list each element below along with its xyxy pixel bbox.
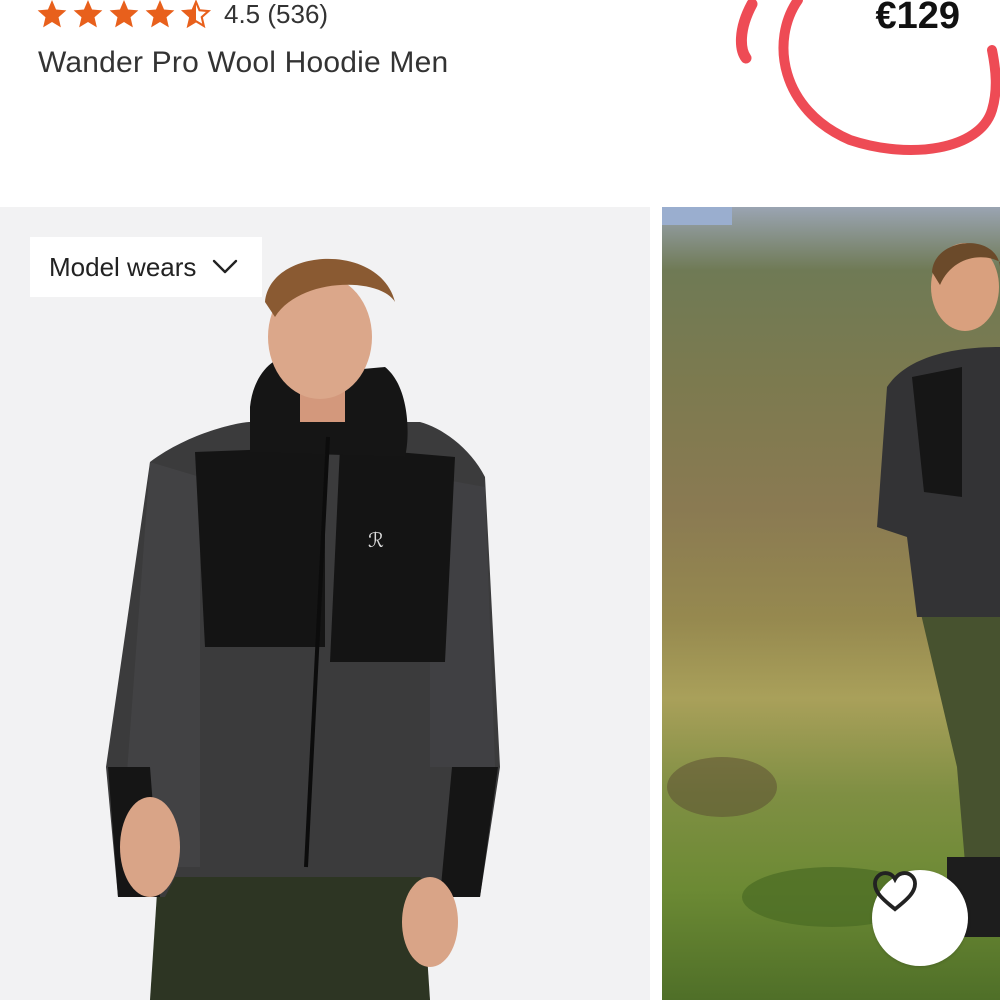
rating-value: 4.5 xyxy=(224,0,261,29)
product-image-secondary[interactable] xyxy=(662,207,1000,1000)
svg-text:ℛ: ℛ xyxy=(368,528,384,552)
half-star-icon xyxy=(180,0,212,29)
wishlist-button[interactable] xyxy=(872,870,968,966)
annotation-circle xyxy=(736,0,1000,155)
model-studio-photo: ℛ xyxy=(106,258,500,1000)
rating-summary[interactable]: 4.5 (536) xyxy=(224,0,328,30)
star-icon xyxy=(109,0,139,28)
star-icon xyxy=(73,0,103,28)
rating-stars xyxy=(36,0,212,30)
model-wears-dropdown[interactable]: Model wears xyxy=(30,237,262,297)
star-icon xyxy=(145,0,175,28)
rating-count: (536) xyxy=(267,0,329,29)
product-image-main[interactable]: ℛ Model wears xyxy=(0,207,650,1000)
star-icon xyxy=(37,0,67,28)
model-wears-label: Model wears xyxy=(49,251,197,282)
heart-icon xyxy=(873,871,917,912)
chevron-down-icon xyxy=(212,259,238,275)
product-title: Wander Pro Wool Hoodie Men xyxy=(38,46,449,79)
